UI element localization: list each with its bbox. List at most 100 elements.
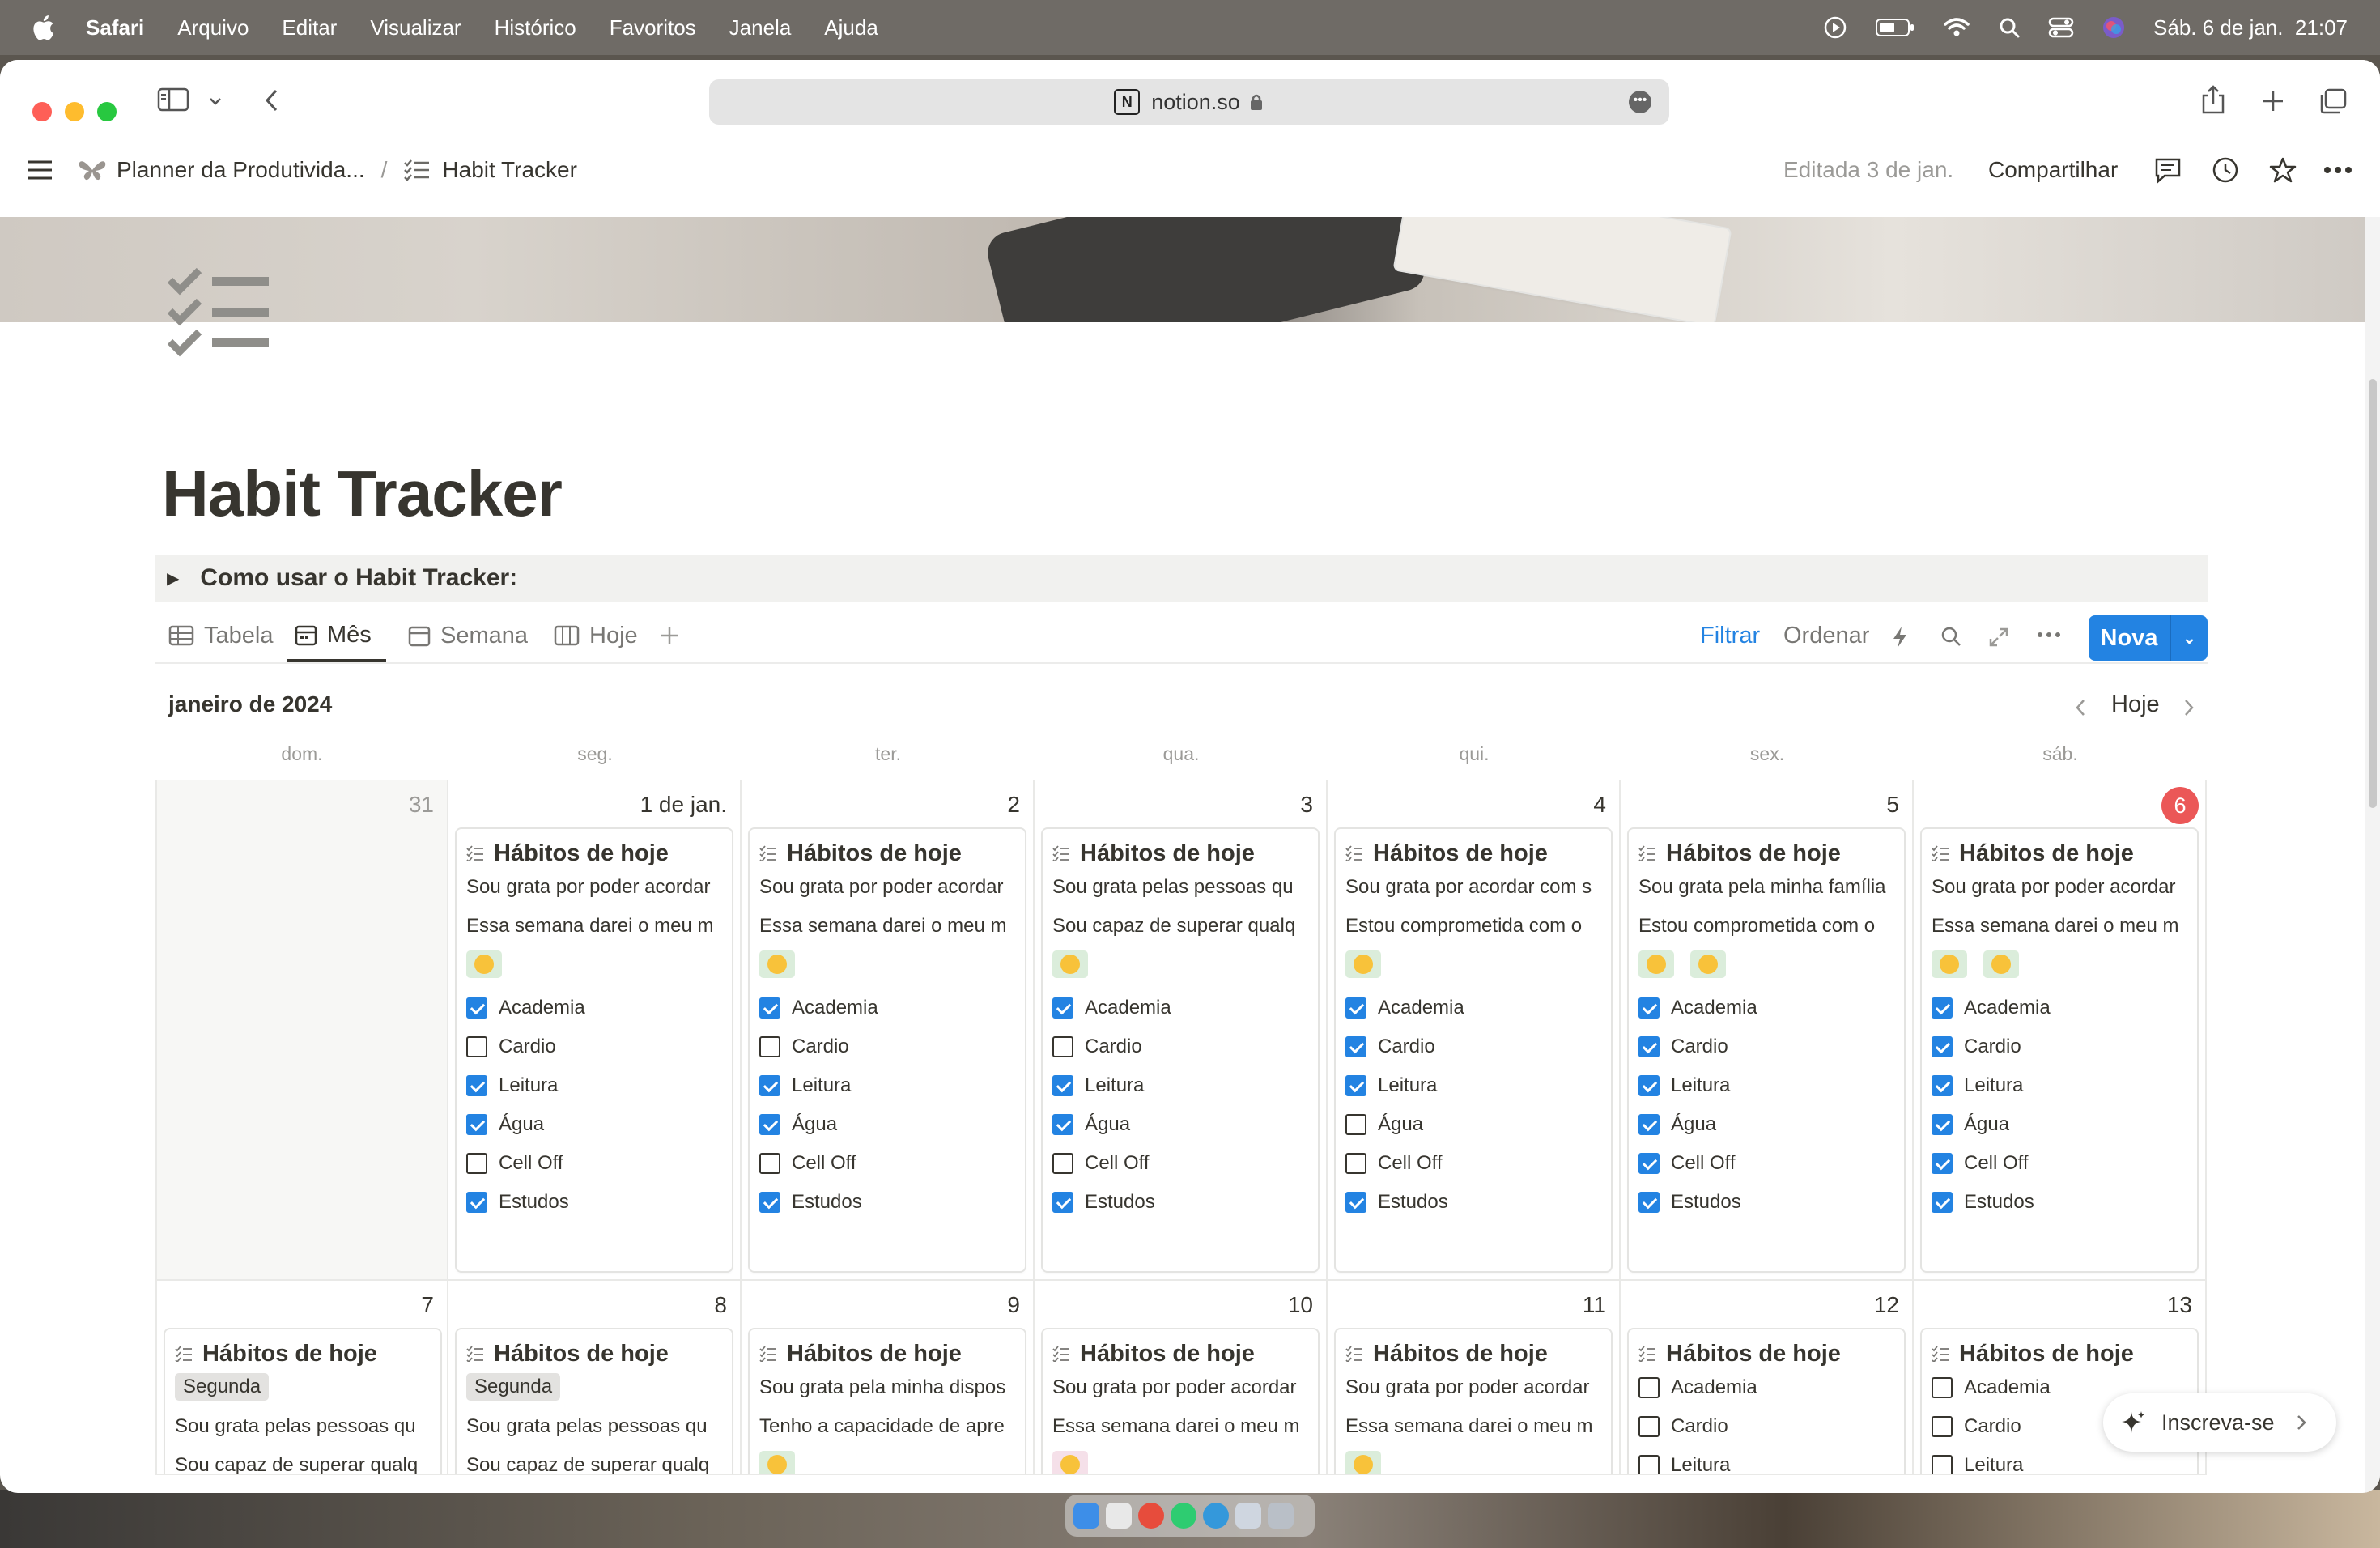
- page-checklist-icon[interactable]: [167, 267, 272, 364]
- share-icon[interactable]: [2200, 84, 2226, 115]
- wifi-icon[interactable]: [1943, 16, 1970, 39]
- habit-entry-card[interactable]: Hábitos de hoje Sou grata por poder acord…: [1922, 829, 2197, 1271]
- today-button[interactable]: Hoje: [2111, 691, 2160, 718]
- habit-checkbox[interactable]: [1638, 1036, 1660, 1057]
- more-options-icon[interactable]: [2323, 166, 2352, 174]
- automation-lightning-icon[interactable]: [1891, 625, 1909, 649]
- habit-checkbox[interactable]: [1345, 1075, 1366, 1096]
- siri-icon[interactable]: [2102, 15, 2126, 40]
- habit-checkbox[interactable]: [1638, 1192, 1660, 1213]
- habit-checkbox-row[interactable]: Cardio: [1932, 1027, 2197, 1066]
- habit-checkbox-row[interactable]: Academia: [1638, 989, 1904, 1027]
- menu-ajuda[interactable]: Ajuda: [824, 15, 878, 40]
- habit-entry-card[interactable]: Hábitos de hoje Sou grata pela minha disp…: [750, 1329, 1025, 1474]
- habit-checkbox[interactable]: [1932, 1036, 1953, 1057]
- favorite-star-icon[interactable]: [2268, 156, 2297, 184]
- habit-checkbox-row[interactable]: Água: [1052, 1105, 1318, 1144]
- habit-checkbox-row[interactable]: Cardio: [1638, 1027, 1904, 1066]
- habit-checkbox[interactable]: [1052, 1036, 1073, 1057]
- habit-checkbox-row[interactable]: Estudos: [759, 1183, 1025, 1222]
- habit-entry-card[interactable]: Hábitos de hoje Sou grata por poder acord…: [750, 829, 1025, 1271]
- menu-historico[interactable]: Histórico: [495, 15, 576, 40]
- tab-overview-icon[interactable]: [2318, 87, 2348, 115]
- menu-arquivo[interactable]: Arquivo: [177, 15, 249, 40]
- close-window-button[interactable]: [32, 102, 52, 121]
- trash-icon[interactable]: [1268, 1503, 1294, 1529]
- habit-checkbox[interactable]: [759, 997, 780, 1019]
- habit-checkbox-row[interactable]: Estudos: [1638, 1183, 1904, 1222]
- add-view-button[interactable]: [659, 610, 690, 661]
- calendar-day-cell[interactable]: 9 Hábitos de hoje Sou grata pela minha dis…: [742, 1281, 1035, 1475]
- tab-semana[interactable]: Semana: [408, 610, 528, 661]
- calendar-day-cell[interactable]: 4 Hábitos de hoje Sou grata por acordar co…: [1328, 780, 1621, 1281]
- control-center-icon[interactable]: [2048, 16, 2074, 39]
- habit-checkbox-row[interactable]: Água: [759, 1105, 1025, 1144]
- calendar-day-cell[interactable]: 31: [155, 780, 448, 1281]
- comments-icon[interactable]: [2153, 156, 2182, 184]
- chevron-down-icon[interactable]: [207, 96, 223, 107]
- habit-checkbox[interactable]: [1052, 1192, 1073, 1213]
- menu-favoritos[interactable]: Favoritos: [610, 15, 696, 40]
- habit-checkbox[interactable]: [1638, 1416, 1660, 1437]
- breadcrumb-current[interactable]: Habit Tracker: [442, 157, 577, 183]
- toggle-triangle-icon[interactable]: ▶: [167, 568, 179, 589]
- habit-checkbox[interactable]: [1638, 1114, 1660, 1135]
- habit-checkbox-row[interactable]: Cardio: [759, 1027, 1025, 1066]
- sidebar-toggle-icon[interactable]: [157, 87, 189, 112]
- habit-entry-card[interactable]: Hábitos de hoje Academia Cardio Leitura: [1629, 1329, 1904, 1474]
- habit-checkbox[interactable]: [759, 1153, 780, 1174]
- habit-checkbox[interactable]: [1932, 997, 1953, 1019]
- habit-checkbox-row[interactable]: Estudos: [1932, 1183, 2197, 1222]
- habit-checkbox[interactable]: [466, 997, 487, 1019]
- habit-checkbox-row[interactable]: Academia: [1932, 989, 2197, 1027]
- menu-visualizar[interactable]: Visualizar: [370, 15, 461, 40]
- habit-checkbox-row[interactable]: Cell Off: [1638, 1144, 1904, 1183]
- tab-hoje[interactable]: Hoje: [554, 610, 638, 661]
- habit-checkbox[interactable]: [1345, 997, 1366, 1019]
- habit-checkbox[interactable]: [1052, 997, 1073, 1019]
- calendar-day-cell[interactable]: 11 Hábitos de hoje Sou grata por poder aco…: [1328, 1281, 1621, 1475]
- habit-checkbox[interactable]: [1345, 1192, 1366, 1213]
- new-entry-chevron-icon[interactable]: ⌄: [2171, 627, 2208, 649]
- habit-checkbox-row[interactable]: Cardio: [466, 1027, 732, 1066]
- habit-checkbox-row[interactable]: Leitura: [759, 1066, 1025, 1105]
- page-menu-icon[interactable]: •••: [1629, 91, 1651, 113]
- subscribe-button[interactable]: Inscreva-se: [2103, 1393, 2336, 1452]
- habit-checkbox[interactable]: [1345, 1153, 1366, 1174]
- habit-checkbox[interactable]: [466, 1075, 487, 1096]
- page-cover-image[interactable]: [0, 217, 2365, 322]
- keyboard-icon[interactable]: [1235, 1503, 1261, 1529]
- habit-checkbox[interactable]: [759, 1075, 780, 1096]
- habit-checkbox-row[interactable]: Cell Off: [1052, 1144, 1318, 1183]
- menu-editar[interactable]: Editar: [282, 15, 337, 40]
- habit-checkbox[interactable]: [1052, 1075, 1073, 1096]
- apple-icon[interactable]: [29, 12, 60, 43]
- finder-icon[interactable]: [1073, 1503, 1099, 1529]
- menu-app-safari[interactable]: Safari: [86, 15, 144, 40]
- spotlight-search-icon[interactable]: [1998, 16, 2021, 39]
- habit-checkbox[interactable]: [759, 1192, 780, 1213]
- habit-checkbox[interactable]: [1638, 1455, 1660, 1474]
- habit-checkbox[interactable]: [466, 1153, 487, 1174]
- calendar-day-cell[interactable]: 5 Hábitos de hoje Sou grata pela minha fam…: [1621, 780, 1914, 1281]
- habit-checkbox[interactable]: [1052, 1153, 1073, 1174]
- expand-icon[interactable]: [1988, 627, 2009, 648]
- launchpad-icon[interactable]: [1106, 1503, 1132, 1529]
- zoom-window-button[interactable]: [97, 102, 117, 121]
- next-month-icon[interactable]: [2182, 698, 2195, 717]
- habit-checkbox-row[interactable]: Academia: [759, 989, 1025, 1027]
- share-button[interactable]: Compartilhar: [1988, 157, 2118, 183]
- new-entry-button[interactable]: Nova ⌄: [2089, 615, 2208, 661]
- sort-button[interactable]: Ordenar: [1783, 610, 1869, 661]
- habit-checkbox-row[interactable]: Estudos: [466, 1183, 732, 1222]
- filter-button[interactable]: Filtrar: [1700, 610, 1760, 661]
- habit-checkbox[interactable]: [1638, 1075, 1660, 1096]
- habit-checkbox-row[interactable]: Leitura: [1345, 1066, 1611, 1105]
- habit-entry-card[interactable]: Hábitos de hoje Sou grata pela minha famí…: [1629, 829, 1904, 1271]
- habit-entry-card[interactable]: Hábitos de hoje Segunda Sou grata pelas pe…: [165, 1329, 440, 1474]
- habit-checkbox-row[interactable]: Leitura: [1638, 1446, 1904, 1474]
- habit-checkbox-row[interactable]: Academia: [1052, 989, 1318, 1027]
- history-clock-icon[interactable]: [2212, 156, 2239, 184]
- habit-entry-card[interactable]: Hábitos de hoje Sou grata por poder acord…: [1336, 1329, 1611, 1474]
- view-more-icon[interactable]: [2037, 632, 2061, 638]
